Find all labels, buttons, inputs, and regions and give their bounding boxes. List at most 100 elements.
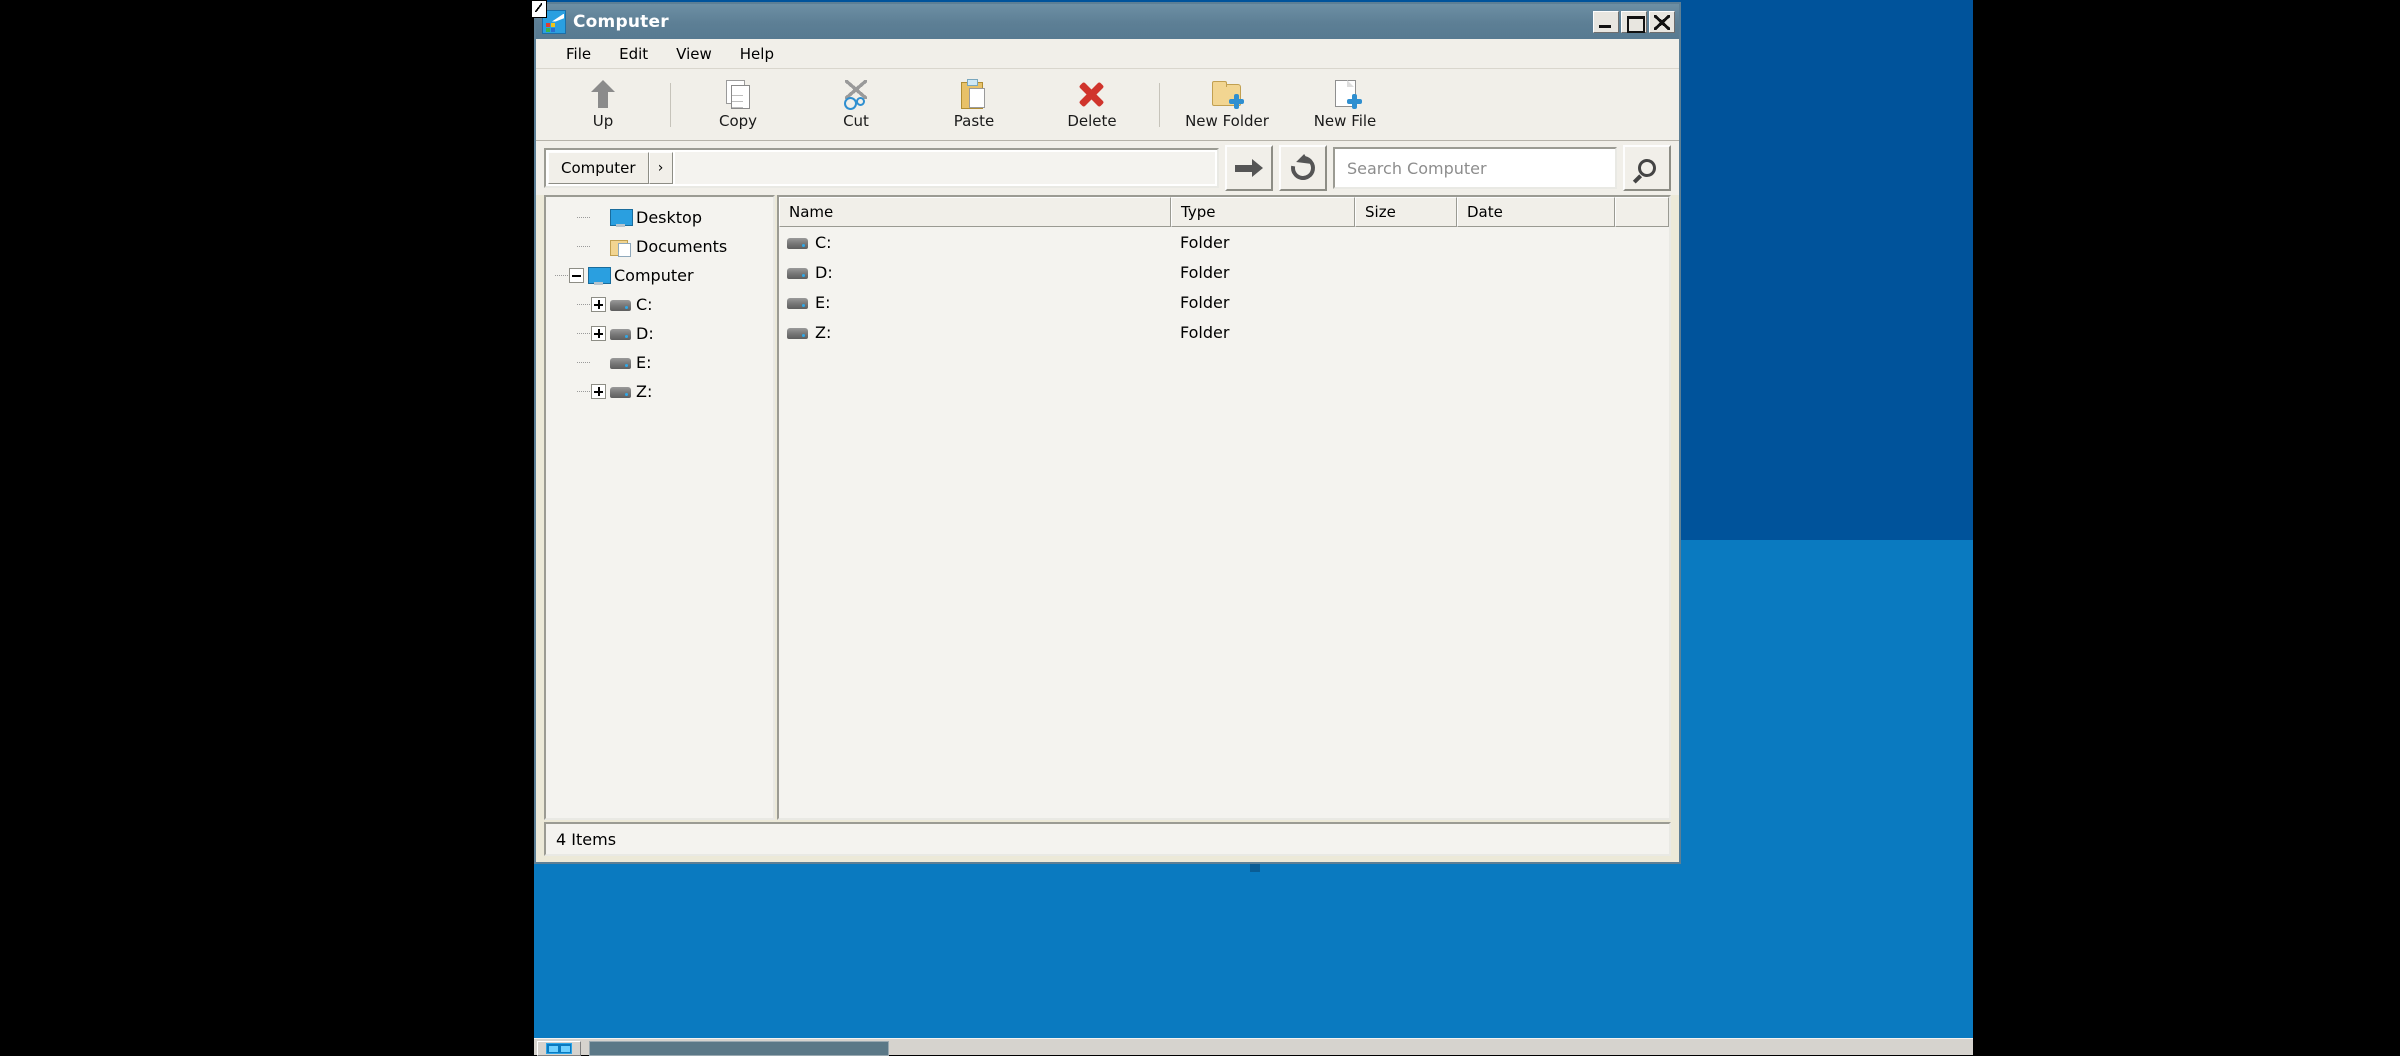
column-header-size[interactable]: Size — [1355, 197, 1457, 227]
drive-icon — [787, 265, 808, 280]
mouse-cursor-icon — [531, 0, 547, 18]
up-arrow-icon — [586, 79, 620, 109]
go-button[interactable] — [1225, 145, 1273, 191]
menubar: File Edit View Help — [536, 39, 1679, 69]
copy-button[interactable]: Copy — [679, 73, 797, 137]
search-button[interactable] — [1623, 145, 1671, 191]
file-list-row[interactable]: D:Folder — [779, 257, 1669, 287]
copy-icon — [721, 79, 755, 109]
maximize-button[interactable] — [1621, 11, 1647, 33]
column-header-type[interactable]: Type — [1171, 197, 1355, 227]
minimize-button[interactable] — [1593, 11, 1619, 33]
new-folder-button[interactable]: New Folder — [1168, 73, 1286, 137]
column-header-date[interactable]: Date — [1457, 197, 1615, 227]
expand-plus-icon[interactable] — [591, 326, 606, 341]
drive-icon — [610, 384, 631, 399]
cut-button-label: Cut — [843, 112, 869, 130]
address-bar: Computer › — [536, 141, 1679, 195]
file-name-cell: Z: — [779, 323, 1171, 342]
tree-item-label: Computer — [614, 266, 694, 285]
start-menu-icon — [546, 1043, 572, 1054]
magnifier-icon — [1634, 155, 1659, 180]
menu-item-help[interactable]: Help — [728, 42, 786, 66]
paste-button[interactable]: Paste — [915, 73, 1033, 137]
content-panes: DesktopDocuments Computer C: D: E: Z: NameTyp… — [536, 195, 1679, 822]
tree-item-d[interactable]: D: — [546, 319, 773, 348]
tree-item-label: E: — [636, 353, 652, 372]
column-header-name[interactable]: Name — [779, 197, 1171, 227]
tree-item-label: Z: — [636, 382, 652, 401]
file-name-cell: E: — [779, 293, 1171, 312]
breadcrumb-container: Computer › — [544, 148, 1219, 188]
new-folder-icon — [1210, 79, 1244, 109]
tree-connector — [577, 348, 591, 377]
window-titlebar[interactable]: Computer — [536, 4, 1679, 39]
new-folder-button-label: New Folder — [1185, 112, 1269, 130]
start-button[interactable] — [537, 1041, 581, 1056]
file-type-cell: Folder — [1171, 263, 1355, 282]
file-list-row[interactable]: Z: Folder — [779, 317, 1669, 347]
search-input[interactable] — [1345, 158, 1605, 179]
status-bar: 4 Items — [544, 822, 1671, 856]
scissors-icon — [839, 79, 873, 109]
window-edge-artifact — [1250, 864, 1260, 872]
toolbar-separator-2 — [1159, 83, 1160, 127]
tree-item-c[interactable]: C: — [546, 290, 773, 319]
new-file-button[interactable]: New File — [1286, 73, 1404, 137]
toolbar-separator — [670, 83, 671, 127]
tree-spacer — [591, 355, 606, 370]
close-button[interactable] — [1649, 11, 1675, 33]
menu-item-edit[interactable]: Edit — [607, 42, 660, 66]
tree-connector — [577, 319, 591, 348]
monitor-icon — [610, 209, 631, 227]
window-title: Computer — [573, 12, 1591, 32]
chevron-right-icon[interactable]: › — [649, 152, 673, 184]
tree-item-computer[interactable]: Computer — [546, 261, 773, 290]
tree-item-label: D: — [636, 324, 654, 343]
refresh-icon — [1286, 151, 1319, 184]
folder-tree-panel[interactable]: DesktopDocuments Computer C: D: E: Z: — [544, 195, 775, 820]
status-bar-text: 4 Items — [556, 830, 616, 849]
up-button[interactable]: Up — [544, 73, 662, 137]
tree-item-desktop[interactable]: Desktop — [546, 203, 773, 232]
drive-icon — [787, 235, 808, 250]
expand-plus-icon[interactable] — [591, 384, 606, 399]
file-list-row[interactable]: E: Folder — [779, 287, 1669, 317]
tree-spacer — [591, 239, 606, 254]
file-list-panel[interactable]: NameTypeSizeDate C:FolderD:FolderE:Folde… — [777, 195, 1671, 820]
tree-connector — [577, 290, 591, 319]
tree-item-e[interactable]: E: — [546, 348, 773, 377]
file-list-header: NameTypeSizeDate — [779, 197, 1669, 227]
file-name-label: C: — [815, 233, 832, 252]
copy-button-label: Copy — [719, 112, 757, 130]
drive-icon — [610, 355, 631, 370]
file-name-label: E: — [815, 293, 831, 312]
file-name-label: Z: — [815, 323, 831, 342]
drive-icon — [610, 297, 631, 312]
tree-item-z[interactable]: Z: — [546, 377, 773, 406]
clipboard-icon — [957, 79, 991, 109]
file-type-cell: Folder — [1171, 323, 1355, 342]
tree-item-documents[interactable]: Documents — [546, 232, 773, 261]
delete-button[interactable]: Delete — [1033, 73, 1151, 137]
search-field[interactable] — [1333, 147, 1617, 189]
file-name-cell: D: — [779, 263, 1171, 282]
tree-item-label: C: — [636, 295, 653, 314]
taskbar-item[interactable] — [589, 1041, 889, 1056]
address-path-field[interactable] — [675, 152, 1215, 184]
expand-plus-icon[interactable] — [591, 297, 606, 312]
column-header-blank[interactable] — [1615, 197, 1669, 227]
refresh-button[interactable] — [1279, 145, 1327, 191]
tree-connector — [577, 377, 591, 406]
file-type-cell: Folder — [1171, 233, 1355, 252]
tree-connector — [577, 232, 591, 261]
menu-item-file[interactable]: File — [554, 42, 603, 66]
drive-icon — [787, 295, 808, 310]
file-type-cell: Folder — [1171, 293, 1355, 312]
breadcrumb-computer[interactable]: Computer — [548, 152, 649, 184]
cut-button[interactable]: Cut — [797, 73, 915, 137]
collapse-minus-icon[interactable] — [569, 268, 584, 283]
menu-item-view[interactable]: View — [664, 42, 724, 66]
folder-document-icon — [610, 238, 631, 256]
file-list-row[interactable]: C: Folder — [779, 227, 1669, 257]
